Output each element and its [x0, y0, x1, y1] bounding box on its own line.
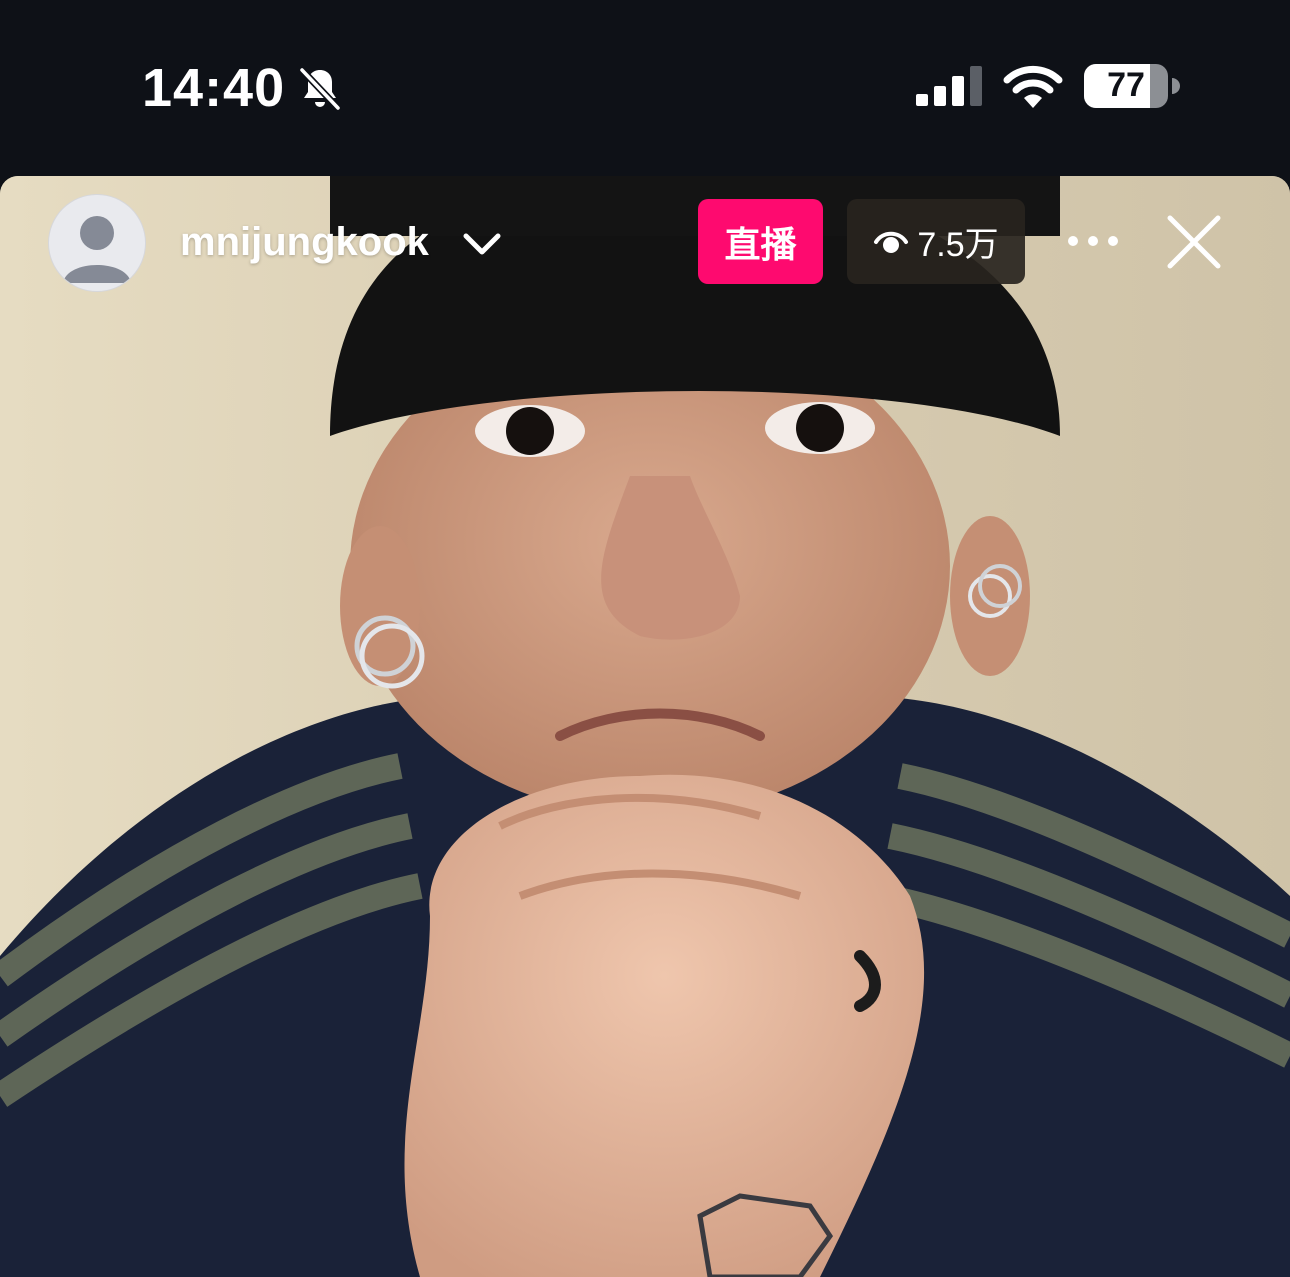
avatar-placeholder-icon: [63, 216, 131, 283]
live-label: 直播: [724, 223, 797, 265]
viewer-count: 7.5万: [917, 226, 999, 264]
status-bar: 14:40 77: [0, 0, 1290, 176]
close-icon[interactable]: [1164, 212, 1224, 272]
live-video[interactable]: [0, 176, 1290, 1277]
viewer-count-badge[interactable]: 7.5万: [847, 199, 1025, 284]
live-video-frame: [0, 176, 1290, 1277]
eye-icon: [874, 231, 909, 253]
wifi-icon: [1003, 65, 1063, 108]
live-badge[interactable]: 直播: [698, 199, 823, 284]
streamer-username[interactable]: mnijungkook: [180, 216, 429, 268]
signal-icon: [916, 66, 982, 106]
more-icon[interactable]: [1064, 226, 1122, 256]
battery-level: 77: [1107, 66, 1145, 104]
status-time: 14:40: [142, 58, 286, 118]
avatar[interactable]: [48, 194, 146, 292]
chevron-down-icon[interactable]: [460, 224, 504, 264]
bell-muted-icon: [299, 67, 341, 111]
